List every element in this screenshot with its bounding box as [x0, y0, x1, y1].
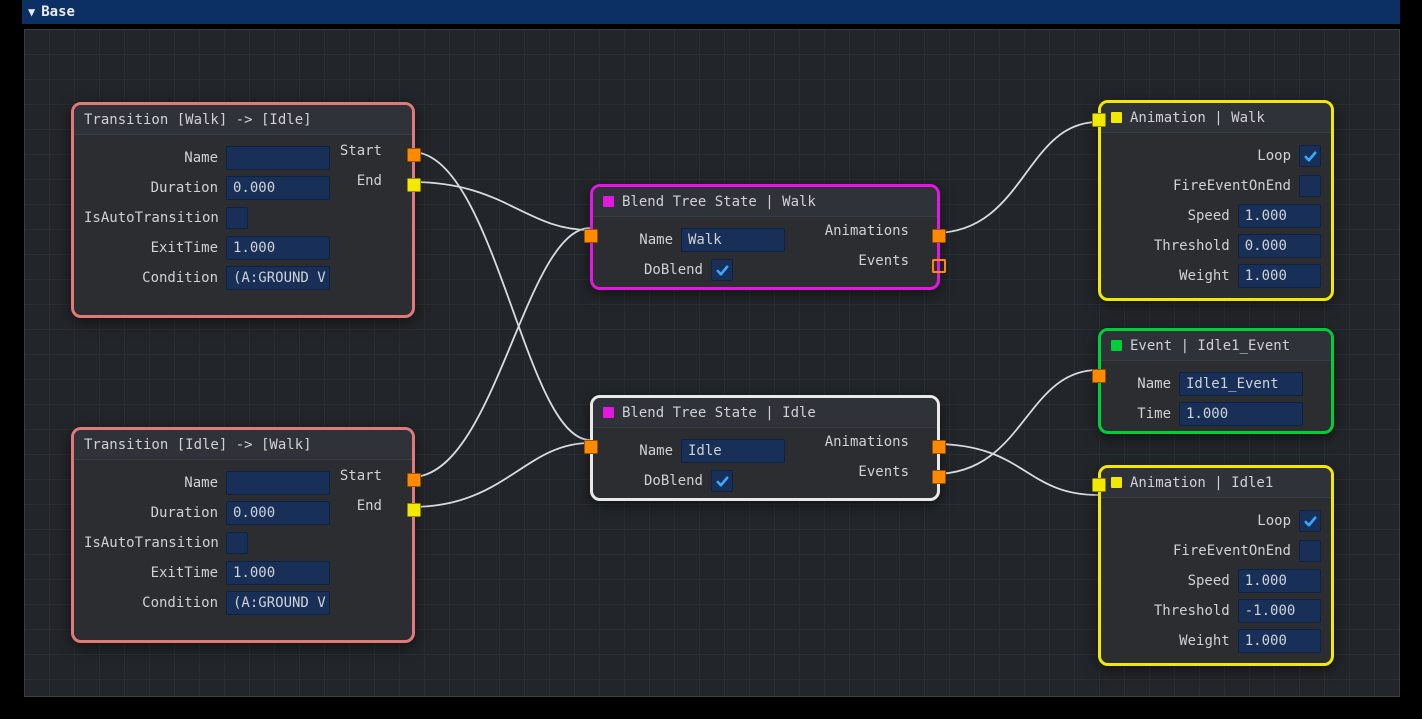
field-label: Condition: [84, 270, 218, 286]
node-transition-idle-walk[interactable]: Transition [Idle] -> [Walk] Name Duratio…: [71, 427, 415, 643]
duration-input[interactable]: 0.000: [226, 176, 330, 200]
field-label: ExitTime: [84, 240, 218, 256]
field-label: Name: [84, 475, 218, 491]
field-label: Duration: [84, 505, 218, 521]
field-label: ExitTime: [84, 565, 218, 581]
port-events[interactable]: [932, 470, 946, 484]
weight-input[interactable]: 1.000: [1238, 629, 1321, 653]
speed-input[interactable]: 1.000: [1238, 569, 1321, 593]
panel-title: Base: [41, 0, 75, 24]
field-label: Weight: [1111, 268, 1230, 284]
field-label: Duration: [84, 180, 218, 196]
speed-input[interactable]: 1.000: [1238, 204, 1321, 228]
port-in[interactable]: [1092, 369, 1106, 383]
fireevent-checkbox[interactable]: [1299, 175, 1321, 197]
node-title: Blend Tree State | Walk: [622, 194, 816, 210]
node-animation-walk[interactable]: Animation | Walk Loop FireEventOnEnd Spe…: [1098, 100, 1334, 301]
collapse-toggle-icon[interactable]: ▼: [28, 0, 35, 24]
threshold-input[interactable]: 0.000: [1238, 234, 1321, 258]
exittime-input[interactable]: 1.000: [226, 561, 330, 585]
threshold-input[interactable]: -1.000: [1238, 599, 1321, 623]
field-label: Loop: [1171, 513, 1291, 529]
node-color-icon: [1111, 340, 1122, 351]
graph-canvas[interactable]: Transition [Walk] -> [Idle] Name Duratio…: [24, 29, 1400, 697]
node-title: Transition [Idle] -> [Walk]: [84, 437, 312, 453]
doblend-checkbox[interactable]: [711, 470, 733, 492]
port-end[interactable]: [407, 503, 421, 517]
port-start[interactable]: [407, 148, 421, 162]
doblend-checkbox[interactable]: [711, 259, 733, 281]
node-color-icon: [603, 407, 614, 418]
port-label: Animations: [825, 223, 909, 239]
loop-checkbox[interactable]: [1299, 145, 1321, 167]
weight-input[interactable]: 1.000: [1238, 264, 1321, 288]
field-label: Time: [1111, 406, 1171, 422]
port-animations[interactable]: [932, 440, 946, 454]
field-label: DoBlend: [603, 262, 703, 278]
field-label: Name: [84, 150, 218, 166]
name-input[interactable]: [226, 146, 330, 170]
node-title: Animation | Walk: [1130, 110, 1265, 126]
name-input[interactable]: Walk: [681, 228, 785, 252]
field-label: Condition: [84, 595, 218, 611]
node-title: Transition [Walk] -> [Idle]: [84, 112, 312, 128]
node-event-idle1[interactable]: Event | Idle1_Event Name Idle1_Event Time…: [1098, 328, 1334, 434]
port-label: Start: [340, 143, 382, 159]
field-label: Name: [603, 443, 673, 459]
field-label: Name: [1111, 376, 1171, 392]
node-title: Blend Tree State | Idle: [622, 405, 816, 421]
node-state-idle[interactable]: Blend Tree State | Idle Name Idle DoBlend…: [590, 395, 940, 501]
isauto-checkbox[interactable]: [226, 532, 248, 554]
node-title: Animation | Idle1: [1130, 475, 1273, 491]
port-in[interactable]: [584, 229, 598, 243]
node-animation-idle1[interactable]: Animation | Idle1 Loop FireEventOnEnd Sp…: [1098, 465, 1334, 666]
name-input[interactable]: [226, 471, 330, 495]
field-label: Threshold: [1111, 238, 1230, 254]
field-label: Speed: [1111, 573, 1230, 589]
node-color-icon: [1111, 112, 1122, 123]
time-input[interactable]: 1.000: [1179, 402, 1303, 426]
port-in[interactable]: [1092, 113, 1106, 127]
port-end[interactable]: [407, 178, 421, 192]
field-label: FireEventOnEnd: [1171, 543, 1291, 559]
field-label: IsAutoTransition: [84, 535, 218, 551]
port-label: Events: [858, 253, 909, 269]
port-in[interactable]: [584, 440, 598, 454]
name-input[interactable]: Idle: [681, 439, 785, 463]
isauto-checkbox[interactable]: [226, 207, 248, 229]
port-label: Start: [340, 468, 382, 484]
field-label: FireEventOnEnd: [1171, 178, 1291, 194]
condition-input[interactable]: (A:GROUND V: [226, 591, 330, 615]
node-transition-walk-idle[interactable]: Transition [Walk] -> [Idle] Name Duratio…: [71, 102, 415, 318]
field-label: Threshold: [1111, 603, 1230, 619]
field-label: Weight: [1111, 633, 1230, 649]
field-label: DoBlend: [603, 473, 703, 489]
port-events[interactable]: [932, 259, 946, 273]
port-label: End: [357, 173, 382, 189]
port-label: Events: [858, 464, 909, 480]
port-animations[interactable]: [932, 229, 946, 243]
node-title: Event | Idle1_Event: [1130, 338, 1290, 354]
condition-input[interactable]: (A:GROUND V: [226, 266, 330, 290]
port-label: End: [357, 498, 382, 514]
node-color-icon: [603, 196, 614, 207]
node-color-icon: [1111, 477, 1122, 488]
fireevent-checkbox[interactable]: [1299, 540, 1321, 562]
field-label: Speed: [1111, 208, 1230, 224]
name-input[interactable]: Idle1_Event: [1179, 372, 1303, 396]
port-start[interactable]: [407, 473, 421, 487]
port-in[interactable]: [1092, 478, 1106, 492]
exittime-input[interactable]: 1.000: [226, 236, 330, 260]
field-label: Loop: [1171, 148, 1291, 164]
field-label: IsAutoTransition: [84, 210, 218, 226]
node-state-walk[interactable]: Blend Tree State | Walk Name Walk DoBlend…: [590, 184, 940, 290]
panel-header[interactable]: ▼ Base: [22, 0, 1400, 24]
port-label: Animations: [825, 434, 909, 450]
field-label: Name: [603, 232, 673, 248]
loop-checkbox[interactable]: [1299, 510, 1321, 532]
duration-input[interactable]: 0.000: [226, 501, 330, 525]
